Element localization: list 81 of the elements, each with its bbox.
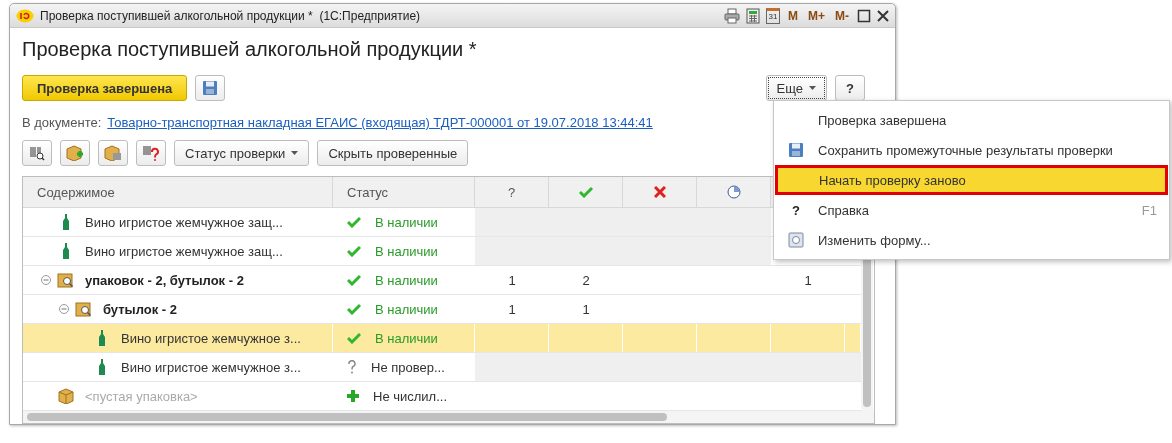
bottle-icon — [98, 359, 106, 375]
logo-icon — [16, 8, 34, 23]
content-text: <пустая упаковка> — [85, 388, 198, 404]
barcode-search-icon — [29, 145, 45, 161]
menu-item[interactable]: Сохранить промежуточные результаты проверки — [774, 135, 1169, 165]
form-settings-icon — [788, 232, 804, 248]
clock-icon — [726, 185, 741, 199]
plus-icon — [347, 390, 359, 402]
box-search-icon — [75, 301, 93, 317]
document-label: В документе: — [22, 115, 102, 130]
status-text: Не провер... — [371, 359, 445, 375]
collapse-icon[interactable] — [41, 275, 51, 285]
status-text: В наличии — [375, 301, 438, 317]
status-text: В наличии — [375, 243, 438, 259]
help-button[interactable]: ? — [835, 75, 865, 101]
content-text: Вино игристое жемчужное з... — [121, 330, 301, 346]
save-button[interactable] — [195, 75, 226, 101]
content-text: Вино игристое жемчужное защ... — [85, 214, 283, 230]
status-text: Не числил... — [373, 388, 448, 404]
memory-button[interactable]: M- — [833, 8, 851, 23]
column-header[interactable]: Статус — [347, 184, 389, 200]
barcode-question-button[interactable] — [136, 140, 166, 166]
barcode-question-icon — [142, 145, 160, 161]
box-icon — [58, 388, 74, 404]
more-button[interactable]: Еще — [765, 75, 827, 101]
help-icon: ? — [792, 202, 800, 218]
status-text: В наличии — [375, 330, 438, 346]
count-text: 1 — [508, 301, 516, 317]
memory-button[interactable]: M+ — [806, 8, 827, 23]
menu-item[interactable]: ? Справка F1 — [774, 195, 1169, 225]
memory-button[interactable]: M — [786, 8, 800, 23]
box-barcode-button[interactable] — [98, 140, 128, 166]
calendar-button[interactable]: 31 — [766, 7, 780, 24]
barcode-search-button[interactable] — [22, 140, 52, 166]
menu-item[interactable]: Начать проверку заново — [775, 165, 1168, 195]
menu-item[interactable]: Проверка завершена — [774, 105, 1169, 135]
check-icon — [347, 216, 361, 228]
status-text: В наличии — [375, 272, 438, 288]
column-header[interactable]: ? — [507, 184, 516, 200]
check-icon — [347, 274, 361, 286]
form-heading: Проверка поступившей алкогольной продукции * — [22, 38, 478, 61]
check-icon — [347, 303, 361, 315]
count-text: 2 — [582, 272, 590, 288]
box-search-icon — [57, 272, 75, 288]
count-text: 1 — [804, 272, 812, 288]
check-icon — [578, 186, 593, 198]
calculator-icon[interactable] — [746, 7, 760, 24]
status-text: В наличии — [375, 214, 438, 230]
check-icon — [347, 332, 361, 344]
bottle-icon — [98, 330, 106, 346]
add-box-button[interactable] — [60, 140, 90, 166]
cross-icon — [653, 186, 666, 198]
menu-item[interactable]: Изменить форму... — [774, 225, 1169, 255]
count-text: 1 — [508, 272, 516, 288]
window-title: Проверка поступившей алкогольной продукции * (1С:Предприятие) — [40, 8, 422, 23]
question-icon — [347, 360, 357, 374]
shortcut-text: F1 — [1141, 202, 1157, 218]
bottle-icon — [62, 214, 70, 230]
close-icon[interactable] — [877, 9, 889, 22]
content-text: Вино игристое жемчужное з... — [121, 359, 301, 375]
column-header[interactable]: Содержимое — [37, 184, 115, 200]
content-text: бутылок - 2 — [103, 301, 178, 317]
finish-button[interactable]: Проверка завершена — [22, 75, 188, 101]
horizontal-scrollbar[interactable] — [23, 411, 874, 423]
content-text: Вино игристое жемчужное защ... — [85, 243, 283, 259]
printer-icon[interactable] — [724, 7, 740, 24]
box-plus-icon — [66, 145, 84, 161]
count-text: 1 — [582, 301, 590, 317]
content-text: упаковок - 2, бутылок - 2 — [85, 272, 244, 288]
bottle-icon — [62, 243, 70, 259]
table-cell[interactable]: Вино игристое жемчужное з... — [23, 324, 333, 352]
save-icon — [788, 142, 804, 158]
caret-icon — [809, 86, 816, 90]
document-link[interactable]: Товарно-транспортная накладная ЕГАИС (входящая) ТДРТ-000001 от 19.07.2018 13:44:41 — [107, 115, 653, 130]
status-filter-button[interactable]: Статус проверки — [174, 140, 310, 166]
check-icon — [347, 245, 361, 257]
caret-icon — [291, 151, 299, 155]
maximize-icon[interactable] — [857, 8, 871, 23]
collapse-icon[interactable] — [59, 304, 69, 314]
hide-checked-button[interactable]: Скрыть проверенные — [317, 140, 469, 166]
save-icon — [202, 80, 219, 96]
